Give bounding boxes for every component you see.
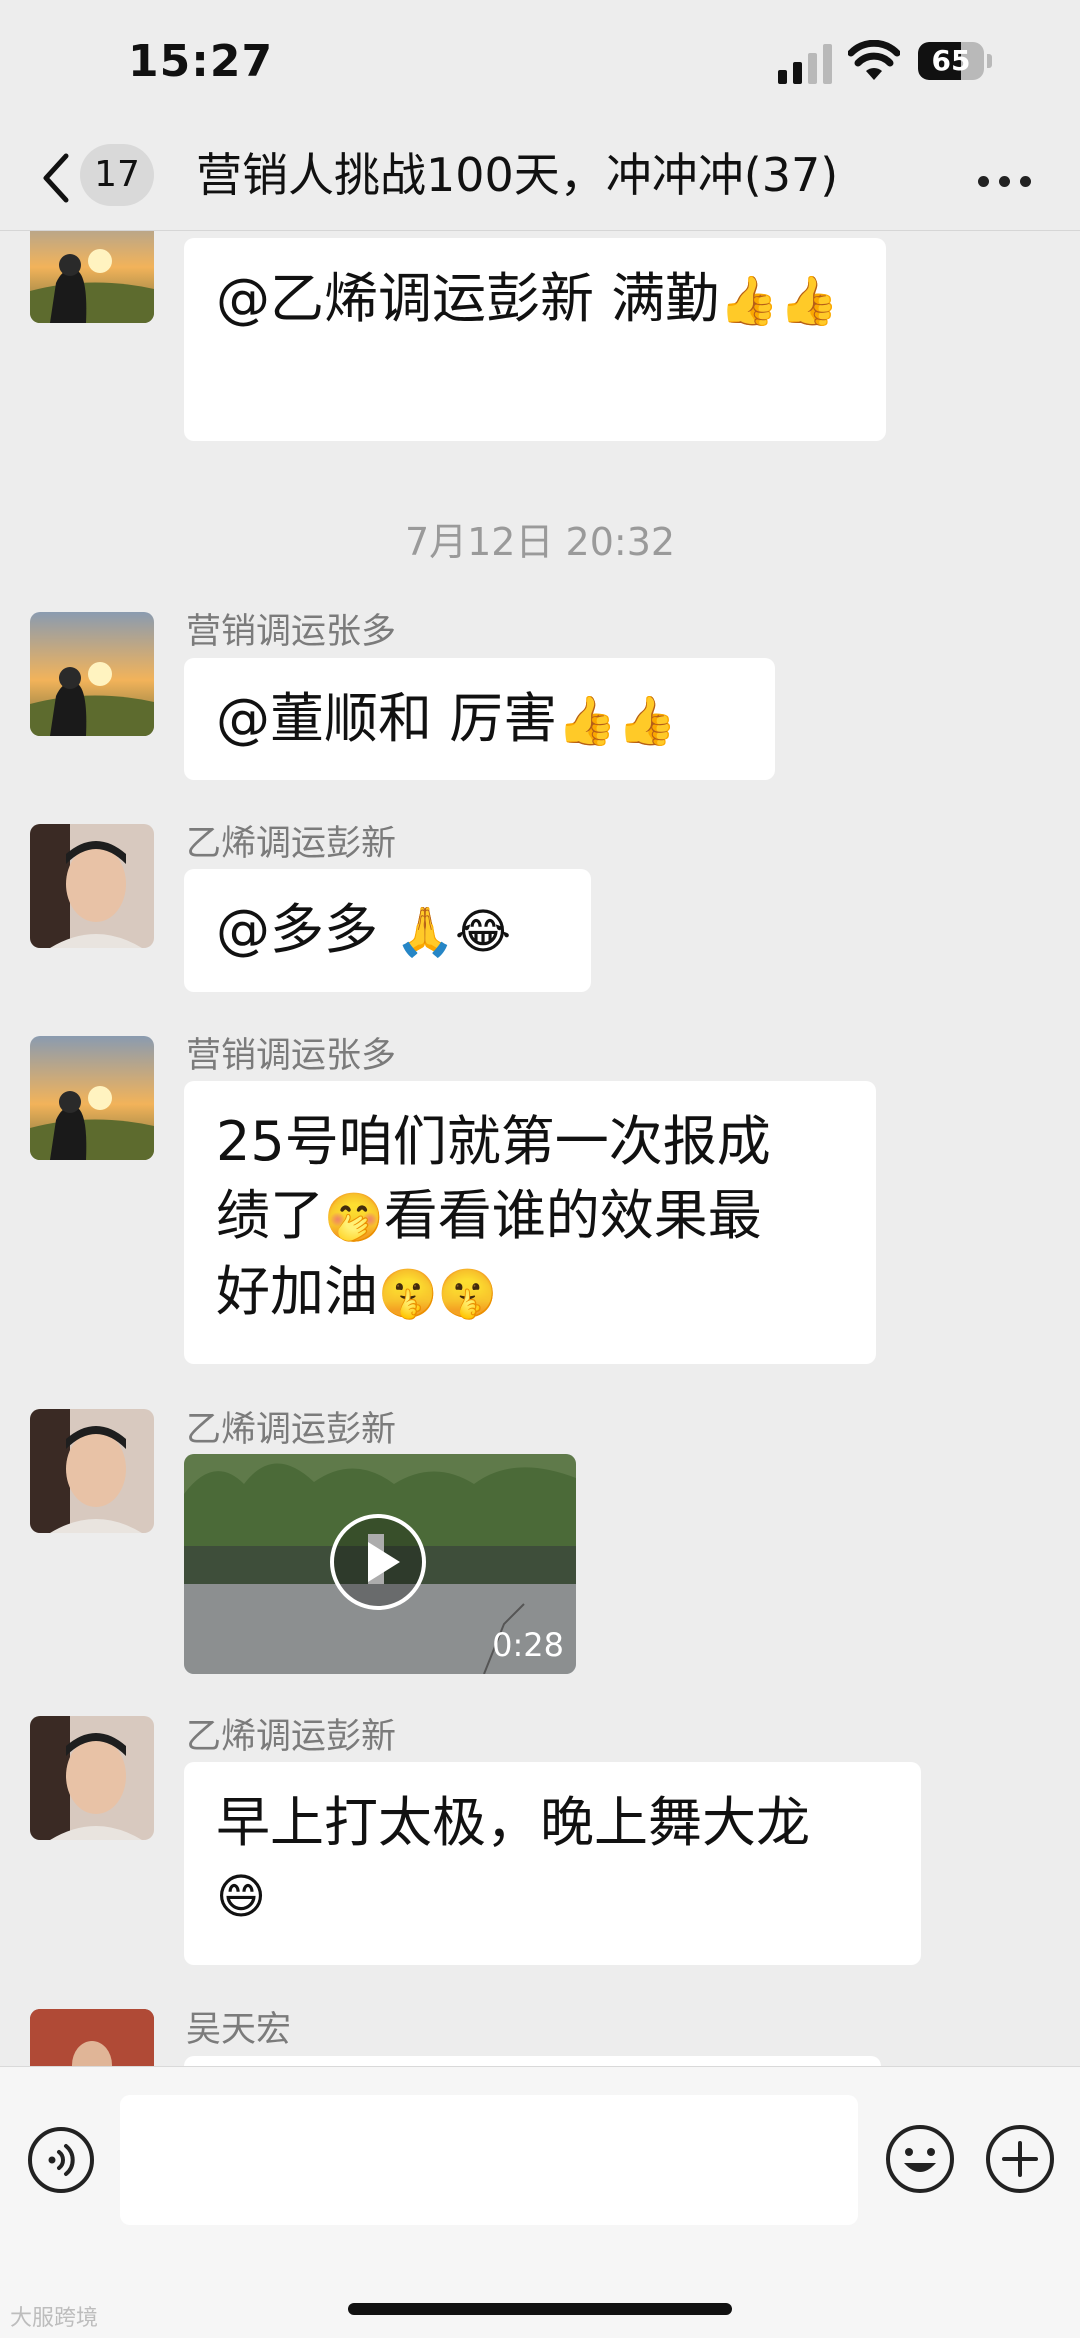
pray-laugh-emoji: 🙏😂 xyxy=(395,904,512,960)
message-bubble[interactable]: @董顺和 厉害👍👍 xyxy=(184,658,775,780)
message-timestamp: 7月12日 20:32 xyxy=(404,520,676,564)
thumbs-up-emoji: 👍👍 xyxy=(719,273,839,329)
man-portrait-avatar[interactable] xyxy=(30,824,154,948)
message-bubble[interactable] xyxy=(184,2056,881,2066)
play-icon[interactable] xyxy=(328,1512,428,1612)
sunset-avatar[interactable] xyxy=(30,231,154,323)
sender-name: 乙烯调运彭新 xyxy=(186,824,397,864)
message-input[interactable] xyxy=(120,2095,858,2225)
plus-icon[interactable] xyxy=(984,2123,1056,2195)
chat-title: 营销人挑战100天，冲冲冲(37) xyxy=(196,148,839,202)
message-text: 好加油 xyxy=(216,1260,378,1323)
message-bubble[interactable]: @多多 🙏😂 xyxy=(184,869,591,992)
hand-over-mouth-emoji: 🤭 xyxy=(324,1190,384,1246)
message-text: 看看谁的效果最 xyxy=(383,1184,762,1247)
sender-name: 营销调运张多 xyxy=(186,612,397,652)
emoji-icon[interactable] xyxy=(884,2123,956,2195)
status-bar: 15:27 65 xyxy=(0,0,1080,130)
message-text: 绩了 xyxy=(216,1184,324,1247)
wifi-icon xyxy=(848,40,900,80)
chat-header: 17 营销人挑战100天，冲冲冲(37) xyxy=(0,130,1080,231)
message-text: @董顺和 厉害 xyxy=(216,687,558,750)
back-chevron-icon[interactable] xyxy=(36,148,76,208)
sunset-avatar[interactable] xyxy=(30,612,154,736)
man-portrait-avatar[interactable] xyxy=(30,1409,154,1533)
man-portrait-avatar[interactable] xyxy=(30,1716,154,1840)
sender-name: 营销调运张多 xyxy=(186,1036,397,1076)
sender-name: 乙烯调运彭新 xyxy=(186,1410,397,1450)
sunset-avatar[interactable] xyxy=(30,1036,154,1160)
shushing-emoji: 🤫🤫 xyxy=(378,1266,498,1322)
more-options-icon[interactable] xyxy=(970,150,1040,210)
message-text: 25号咱们就第一次报成 xyxy=(216,1110,771,1173)
watermark: 大服跨境 xyxy=(10,2306,99,2331)
cellular-signal-icon xyxy=(778,44,832,84)
message-bubble[interactable]: 25号咱们就第一次报成 绩了🤭看看谁的效果最 好加油🤫🤫 xyxy=(184,1081,876,1364)
input-bar xyxy=(0,2066,1080,2338)
grinning-emoji: 😄 xyxy=(216,1869,267,1925)
thumbs-up-emoji: 👍👍 xyxy=(557,693,677,749)
message-bubble[interactable]: @乙烯调运彭新 满勤👍👍 xyxy=(184,238,886,441)
status-time: 15:27 xyxy=(128,36,274,87)
message-list[interactable]: @乙烯调运彭新 满勤👍👍 7月12日 20:32 营销调运张多 @董顺和 厉害👍… xyxy=(0,231,1080,2066)
voice-input-icon[interactable] xyxy=(26,2125,96,2195)
message-text: @多多 xyxy=(216,898,396,961)
message-text: @乙烯调运彭新 满勤 xyxy=(216,267,720,330)
battery-percent: 65 xyxy=(931,44,971,77)
message-text: 早上打太极，晚上舞大龙 xyxy=(216,1791,810,1854)
battery-icon: 65 xyxy=(918,42,994,82)
video-duration: 0:28 xyxy=(492,1626,564,1664)
home-indicator xyxy=(348,2303,732,2315)
unread-count-badge[interactable]: 17 xyxy=(80,144,154,206)
suit-man-avatar[interactable] xyxy=(30,2009,154,2066)
sender-name: 吴天宏 xyxy=(186,2010,292,2050)
message-bubble[interactable]: 早上打太极，晚上舞大龙 😄 xyxy=(184,1762,921,1965)
video-message[interactable]: 0:28 xyxy=(184,1454,576,1674)
sender-name: 乙烯调运彭新 xyxy=(186,1717,397,1757)
